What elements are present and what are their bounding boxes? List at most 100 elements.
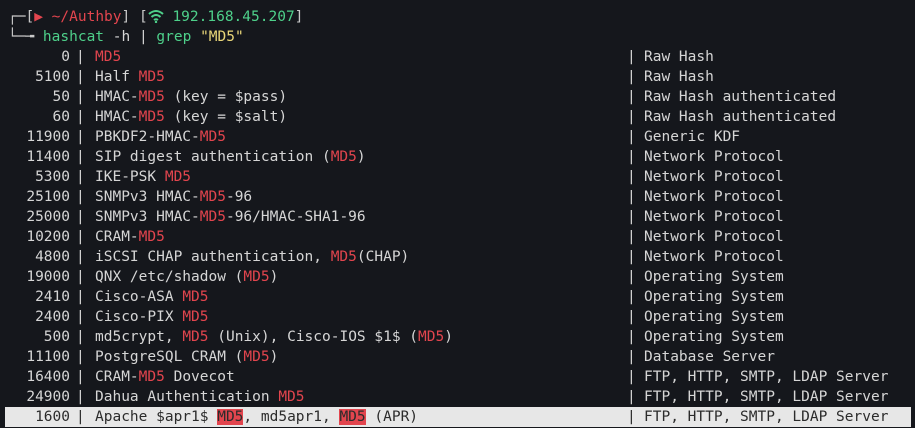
column-separator: | [627, 209, 636, 225]
column-separator: | [76, 209, 85, 225]
table-row[interactable]: 2410 | Cisco-ASA MD5 | Operating System [0, 287, 915, 307]
column-separator: | [76, 109, 85, 125]
column-separator: | [76, 169, 85, 185]
hash-name-text: SIP digest authentication ( [95, 149, 331, 165]
hash-name-text: Apache $apr1$ [95, 409, 218, 425]
table-row[interactable]: 500 | md5crypt, MD5 (Unix), Cisco-IOS $1$ … [0, 327, 915, 347]
hash-name-text: -96 [225, 189, 253, 205]
table-row[interactable]: 11400 | SIP digest authentication (MD5) | Ne… [0, 147, 915, 167]
match-highlight: MD5 [199, 129, 226, 145]
hash-name-text: SNMPv3 HMAC- [95, 189, 200, 205]
match-highlight: MD5 [138, 369, 165, 385]
hash-category: Operating System [644, 289, 784, 305]
table-row[interactable]: 10200 | CRAM-MD5 | Network Protocol [0, 227, 915, 247]
prompt-ip-open: [ [138, 9, 148, 25]
table-row[interactable]: 4800 | iSCSI CHAP authentication, MD5(CHAP… [0, 247, 915, 267]
hash-category: Database Server [644, 349, 775, 365]
table-row[interactable]: 0 | MD5 | Raw Hash [0, 47, 915, 67]
terminal-window[interactable]: ┌─[▶ ~/Authby] [ 192.168.45.207] └─╼ has… [0, 0, 915, 428]
hash-name-text: Dahua Authentication [95, 389, 279, 405]
column-separator: | [76, 49, 85, 65]
hash-mode-number: 25000 [26, 209, 70, 225]
column-separator: | [76, 349, 85, 365]
table-row[interactable]: 2400 | Cisco-PIX MD5 | Operating System [0, 307, 915, 327]
table-row[interactable]: 11100 | PostgreSQL CRAM (MD5) | Database Ser… [0, 347, 915, 367]
column-separator: | [76, 189, 85, 205]
match-highlight: MD5 [182, 329, 209, 345]
hash-name-text: -96/HMAC-SHA1-96 [225, 209, 366, 225]
hash-name: Apache $apr1$ MD5, md5apr1, MD5 (APR) [95, 407, 418, 427]
table-row[interactable]: 5300 | IKE-PSK MD5 | Network Protocol [0, 167, 915, 187]
match-highlight: MD5 [199, 209, 226, 225]
table-row[interactable]: 5100 | Half MD5 | Raw Hash [0, 67, 915, 87]
match-highlight: MD5 [138, 89, 165, 105]
hash-mode-number: 0 [61, 49, 70, 65]
hash-category: Generic KDF [644, 129, 741, 145]
column-separator: | [627, 389, 636, 405]
hash-category: Raw Hash authenticated [644, 109, 837, 125]
column-separator: | [627, 309, 636, 325]
prompt-triangle-icon: ▶ [34, 9, 43, 25]
hash-name: PBKDF2-HMAC-MD5 [95, 127, 226, 147]
hash-name: Half MD5 [95, 67, 165, 87]
table-row[interactable]: 25000 | SNMPv3 HMAC-MD5-96/HMAC-SHA1-96 | Ne… [0, 207, 915, 227]
hash-name: SNMPv3 HMAC-MD5-96 [95, 187, 252, 207]
hash-mode-number: 50 [52, 89, 70, 105]
match-highlight: MD5 [243, 349, 270, 365]
hash-category: FTP, HTTP, SMTP, LDAP Server [644, 369, 889, 385]
match-highlight: MD5 [330, 149, 357, 165]
column-separator: | [627, 289, 636, 305]
table-row[interactable]: 25100 | SNMPv3 HMAC-MD5-96 | Network Protoco… [0, 187, 915, 207]
hash-name-text: , md5apr1, [243, 409, 340, 425]
column-separator: | [76, 249, 85, 265]
match-highlight: MD5 [95, 49, 122, 65]
hash-category: Raw Hash [644, 69, 714, 85]
hash-name: CRAM-MD5 Dovecot [95, 367, 235, 387]
prompt-box-close: ] [121, 9, 131, 25]
table-row[interactable]: 11900 | PBKDF2-HMAC-MD5 | Generic KDF [0, 127, 915, 147]
column-separator: | [76, 129, 85, 145]
hash-mode-number: 1600 [35, 409, 70, 425]
command-line: └─╼ hashcat -h | grep "MD5" [8, 27, 915, 47]
match-highlight: MD5 [217, 409, 244, 425]
table-row[interactable]: 19000 | QNX /etc/shadow (MD5) | Operating Sy… [0, 267, 915, 287]
hash-category: Network Protocol [644, 169, 784, 185]
hash-name-text: PBKDF2-HMAC- [95, 129, 200, 145]
column-separator: | [76, 389, 85, 405]
table-row[interactable]: 50 | HMAC-MD5 (key = $pass) | Raw Hash authe… [0, 87, 915, 107]
match-highlight: MD5 [330, 249, 357, 265]
prompt-line: ┌─[▶ ~/Authby] [ 192.168.45.207] [8, 7, 915, 27]
column-separator: | [627, 69, 636, 85]
command-name: hashcat [42, 29, 105, 45]
hash-name-text: Cisco-PIX [95, 309, 183, 325]
hash-name-text: md5crypt, [95, 329, 183, 345]
table-row[interactable]: 16400 | CRAM-MD5 Dovecot | FTP, HTTP, SMTP, … [0, 367, 915, 387]
hash-category: FTP, HTTP, SMTP, LDAP Server [644, 389, 889, 405]
column-separator: | [76, 409, 85, 425]
hash-mode-number: 5100 [35, 69, 70, 85]
prompt-ip-address: 192.168.45.207 [172, 9, 295, 25]
column-separator: | [76, 89, 85, 105]
hash-name-text: CRAM- [95, 229, 139, 245]
hash-category: Network Protocol [644, 209, 784, 225]
prompt-ip-close: ] [294, 9, 304, 25]
table-row[interactable]: 1600 | Apache $apr1$ MD5, md5apr1, MD5 (AP… [5, 407, 911, 427]
hash-name-text: (APR) [365, 409, 419, 425]
hash-name-text: (key = $pass) [164, 89, 288, 105]
command-grep: grep [156, 29, 192, 45]
column-separator: | [627, 49, 636, 65]
column-separator: | [627, 329, 636, 345]
table-row[interactable]: 24900 | Dahua Authentication MD5 | FTP, HTTP… [0, 387, 915, 407]
column-separator: | [76, 309, 85, 325]
match-highlight: MD5 [164, 169, 192, 185]
hash-name: SIP digest authentication (MD5) [95, 147, 366, 167]
match-highlight: MD5 [138, 69, 165, 85]
wifi-icon [148, 10, 164, 23]
column-separator: | [76, 289, 85, 305]
column-separator: | [627, 149, 636, 165]
table-row[interactable]: 60 | HMAC-MD5 (key = $salt) | Raw Hash authe… [0, 107, 915, 127]
column-separator: | [76, 329, 85, 345]
hash-name: MD5 [95, 47, 121, 67]
hash-category: Network Protocol [644, 249, 784, 265]
hash-name: IKE-PSK MD5 [95, 167, 191, 187]
